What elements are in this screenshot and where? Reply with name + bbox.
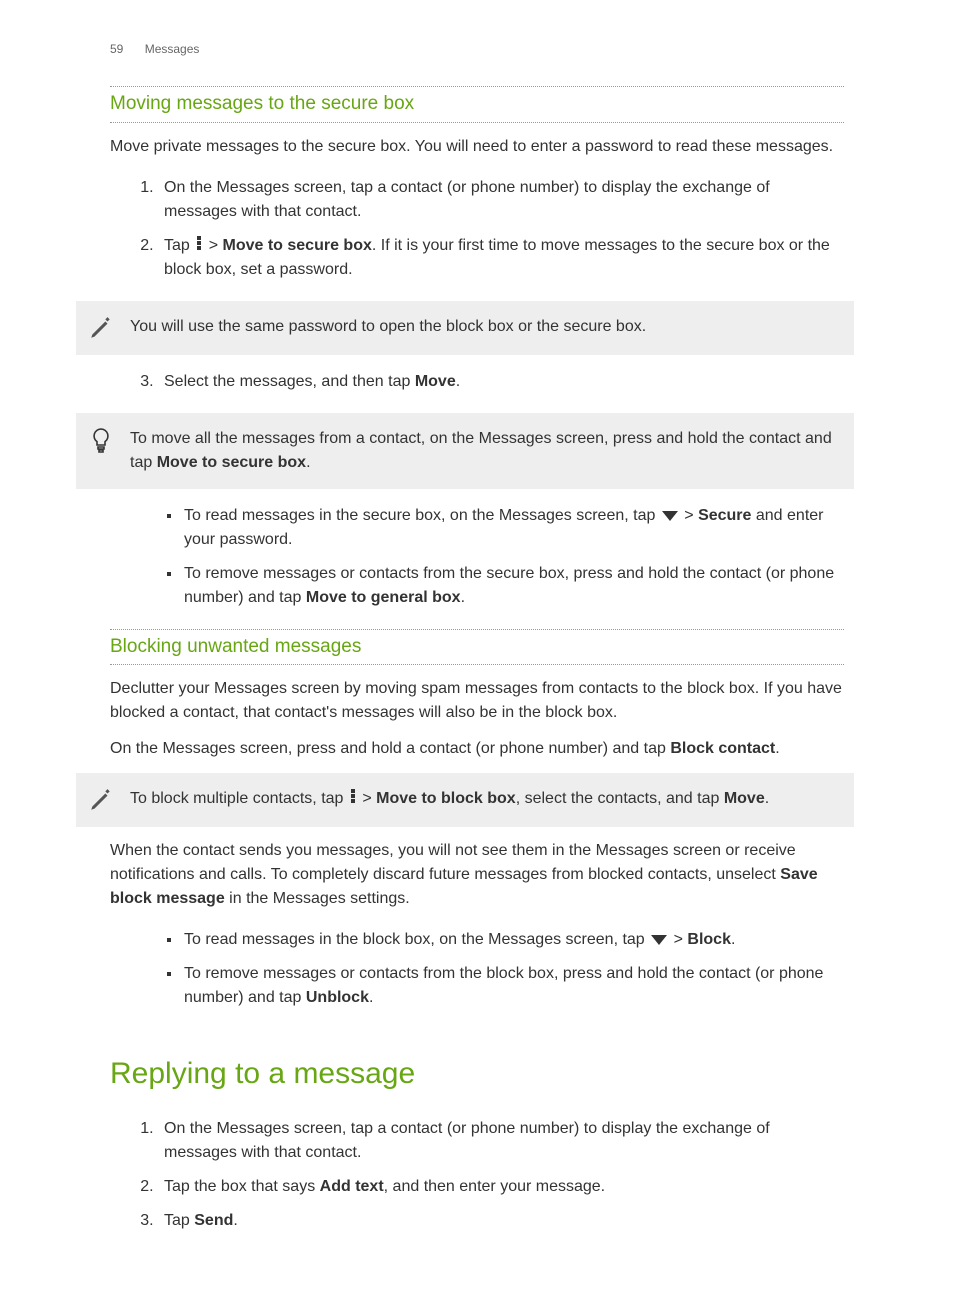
text: When the contact sends you messages, you… [110,842,796,883]
list-item: To remove messages or contacts from the … [182,957,844,1015]
text: > [669,931,687,948]
bold-text: Block contact [670,740,775,757]
ordered-list: On the Messages screen, tap a contact (o… [158,1112,844,1238]
text: . [233,1212,237,1229]
text: > [204,237,222,254]
list-item: Tap the box that says Add text, and then… [158,1170,844,1204]
divider [110,122,844,123]
list-item: On the Messages screen, tap a contact (o… [158,171,844,229]
section-title: Moving messages to the secure box [110,89,844,120]
note-callout: You will use the same password to open t… [76,301,854,355]
paragraph: On the Messages screen, press and hold a… [110,737,844,761]
text: To read messages in the secure box, on t… [184,507,660,524]
dropdown-triangle-icon [662,511,678,521]
page-header: 59 Messages [110,40,844,58]
bold-text: Move [415,373,456,390]
text: Tap the box that says [164,1178,320,1195]
section-title-wrap: Moving messages to the secure box [110,86,844,123]
text: > [680,507,698,524]
text: On the Messages screen, press and hold a… [110,740,670,757]
list-item: Tap > Move to secure box. If it is your … [158,229,844,287]
text: , and then enter your message. [384,1178,605,1195]
bold-text: Move to block box [376,790,516,807]
divider [110,86,844,87]
divider [110,629,844,630]
tip-callout: To move all the messages from a contact,… [76,413,854,489]
bold-text: Move to general box [306,589,461,606]
overflow-menu-icon [196,235,202,251]
text: . [369,989,373,1006]
text: On the Messages screen, tap a contact (o… [164,1120,770,1161]
ordered-list: On the Messages screen, tap a contact (o… [158,171,844,287]
text: To remove messages or contacts from the … [184,965,823,1006]
list-item: On the Messages screen, tap a contact (o… [158,1112,844,1170]
list-item: Tap Send. [158,1204,844,1238]
text: On the Messages screen, tap a contact (o… [164,179,770,220]
text: Tap [164,1212,194,1229]
bullet-list: To read messages in the block box, on th… [182,923,844,1015]
section-title-wrap: Blocking unwanted messages [110,629,844,666]
lightbulb-icon [86,427,116,475]
text: . [775,740,779,757]
text: To block multiple contacts, tap [130,790,348,807]
ordered-list: Select the messages, and then tap Move. [158,365,844,399]
page-number: 59 [110,40,123,58]
text: To remove messages or contacts from the … [184,565,834,606]
text: . [306,454,310,471]
pencil-icon [86,787,116,813]
text: . [461,589,465,606]
bold-text: Move to secure box [222,237,371,254]
paragraph: Declutter your Messages screen by moving… [110,677,844,725]
text: . [731,931,735,948]
bold-text: Block [687,931,731,948]
text: in the Messages settings. [225,890,410,907]
bold-text: Send [194,1212,233,1229]
text: To read messages in the block box, on th… [184,931,649,948]
overflow-menu-icon [350,788,356,804]
bold-text: Move [724,790,765,807]
text: . [456,373,460,390]
text: , select the contacts, and tap [516,790,724,807]
callout-text: You will use the same password to open t… [130,315,840,341]
text: Select the messages, and then tap [164,373,415,390]
text: . [765,790,769,807]
note-callout: To block multiple contacts, tap > Move t… [76,773,854,827]
bold-text: Unblock [306,989,369,1006]
text: Tap [164,237,194,254]
bold-text: Secure [698,507,751,524]
bold-text: Move to secure box [157,454,306,471]
list-item: To read messages in the block box, on th… [182,923,844,957]
bullet-list: To read messages in the secure box, on t… [182,499,844,615]
pencil-icon [86,315,116,341]
section-name: Messages [145,42,200,56]
list-item: To read messages in the secure box, on t… [182,499,844,557]
text: > [358,790,376,807]
paragraph: When the contact sends you messages, you… [110,839,844,911]
dropdown-triangle-icon [651,935,667,945]
list-item: To remove messages or contacts from the … [182,557,844,615]
callout-text: To block multiple contacts, tap > Move t… [130,787,840,813]
section-title: Blocking unwanted messages [110,632,844,663]
divider [110,664,844,665]
heading: Replying to a message [110,1051,844,1096]
paragraph: Move private messages to the secure box.… [110,135,844,159]
bold-text: Add text [320,1178,384,1195]
list-item: Select the messages, and then tap Move. [158,365,844,399]
callout-text: To move all the messages from a contact,… [130,427,840,475]
